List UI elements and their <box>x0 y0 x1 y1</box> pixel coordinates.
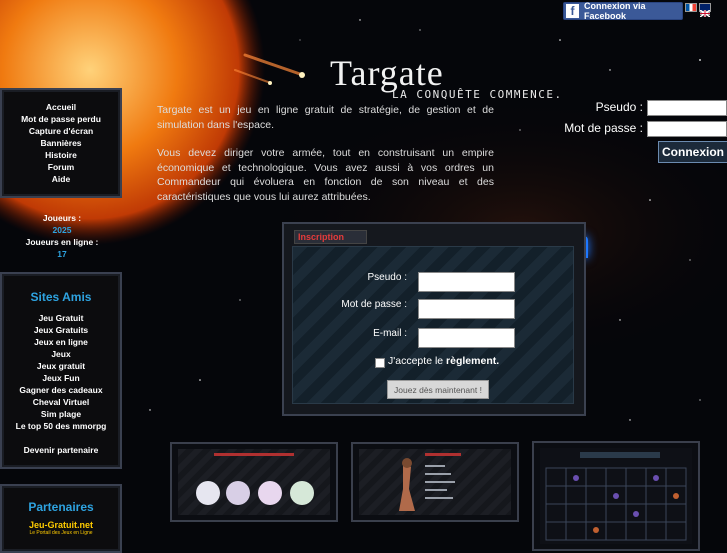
flag-fr-icon[interactable] <box>685 3 697 12</box>
facebook-login-label: Connexion via Facebook <box>583 1 646 21</box>
thumb-1-content <box>178 449 330 515</box>
partners-panel: Partenaires Jeu-Gratuit.net Le Portail d… <box>0 484 122 553</box>
partner-logo-jeu-gratuit[interactable]: Jeu-Gratuit.net <box>2 520 120 530</box>
signup-email-label: E-mail : <box>373 328 407 339</box>
thumb-3-galaxy-map <box>545 452 687 541</box>
friend-link[interactable]: Jeux en ligne <box>2 336 120 348</box>
nav-item-aide[interactable]: Aide <box>2 173 120 185</box>
players-count: 2025 <box>52 225 72 235</box>
accept-rules-checkbox[interactable] <box>375 358 385 368</box>
signup-pseudo-input[interactable] <box>418 272 515 292</box>
intro-text: Targate est un jeu en ligne gratuit de s… <box>157 103 494 218</box>
sites-amis-title: Sites Amis <box>30 290 92 304</box>
become-partner-link[interactable]: Devenir partenaire <box>2 444 120 456</box>
friend-link[interactable]: Jeux Gratuits <box>2 324 120 336</box>
friend-link[interactable]: Le top 50 des mmorpg <box>2 420 120 432</box>
screenshot-thumb-2[interactable] <box>351 442 519 522</box>
intro-paragraph-2: Vous devez diriger votre armée, tout en … <box>157 147 494 203</box>
signup-password-label: Mot de passe : <box>341 299 407 310</box>
login-password-label: Mot de passe : <box>564 121 643 135</box>
login-pseudo-label: Pseudo : <box>595 100 643 114</box>
thumb-2-commander <box>399 453 461 511</box>
intro-paragraph-1: Targate est un jeu en ligne gratuit de s… <box>157 104 494 131</box>
nav-item-accueil[interactable]: Accueil <box>2 101 120 113</box>
friend-link[interactable]: Cheval Virtuel <box>2 396 120 408</box>
sites-amis-panel: Sites Amis Jeu Gratuit Jeux Gratuits Jeu… <box>0 272 122 469</box>
nav-item-histoire[interactable]: Histoire <box>2 149 120 161</box>
play-now-button[interactable]: Jouez dès maintenant ! <box>387 380 489 399</box>
thumb-3-content <box>540 448 692 544</box>
login-button[interactable]: Connexion <box>658 141 727 163</box>
accept-rules-prefix: J'accepte le <box>388 355 444 367</box>
screenshot-thumb-1[interactable] <box>170 442 338 522</box>
flag-uk-cross <box>699 9 711 18</box>
signup-email-input[interactable] <box>418 328 515 348</box>
main-nav: Accueil Mot de passe perdu Capture d'écr… <box>0 88 122 198</box>
players-label: Joueurs : <box>42 213 82 223</box>
login-password-input[interactable] <box>647 121 727 137</box>
nav-item-capture[interactable]: Capture d'écran <box>2 125 120 137</box>
friend-link[interactable]: Jeu Gratuit <box>2 312 120 324</box>
friend-link[interactable]: Jeux <box>2 348 120 360</box>
inscription-tab: Inscription <box>294 230 367 244</box>
partner-logo-subtitle: Le Portail des Jeux en Ligne <box>29 530 93 536</box>
nav-item-bannieres[interactable]: Bannières <box>2 137 120 149</box>
accept-rules-label: J'accepte le règlement. <box>388 355 499 367</box>
facebook-login-button[interactable]: f Connexion via Facebook <box>563 1 683 21</box>
partners-title: Partenaires <box>28 500 94 514</box>
facebook-icon: f <box>566 4 579 18</box>
screenshot-thumb-3[interactable] <box>532 441 700 551</box>
friend-link[interactable]: Jeux gratuit <box>2 360 120 372</box>
friend-link[interactable]: Jeux Fun <box>2 372 120 384</box>
signup-password-input[interactable] <box>418 299 515 319</box>
signup-pseudo-label: Pseudo : <box>367 272 407 283</box>
online-label: Joueurs en ligne : <box>25 237 99 247</box>
friend-link[interactable]: Gagner des cadeaux <box>2 384 120 396</box>
friend-link[interactable]: Sim plage <box>2 408 120 420</box>
thumb-1-commanders <box>196 453 314 505</box>
login-pseudo-input[interactable] <box>647 100 727 116</box>
player-stats: Joueurs : 2025 Joueurs en ligne : 17 <box>0 212 124 260</box>
rules-link[interactable]: règlement. <box>446 355 499 367</box>
logo-tagline: La conquête commence. <box>392 88 563 101</box>
thumb-2-content <box>359 449 511 515</box>
online-count: 17 <box>57 249 67 259</box>
nav-item-mot-de-passe[interactable]: Mot de passe perdu <box>2 113 120 125</box>
flag-uk-icon[interactable] <box>699 3 711 18</box>
nav-item-forum[interactable]: Forum <box>2 161 120 173</box>
